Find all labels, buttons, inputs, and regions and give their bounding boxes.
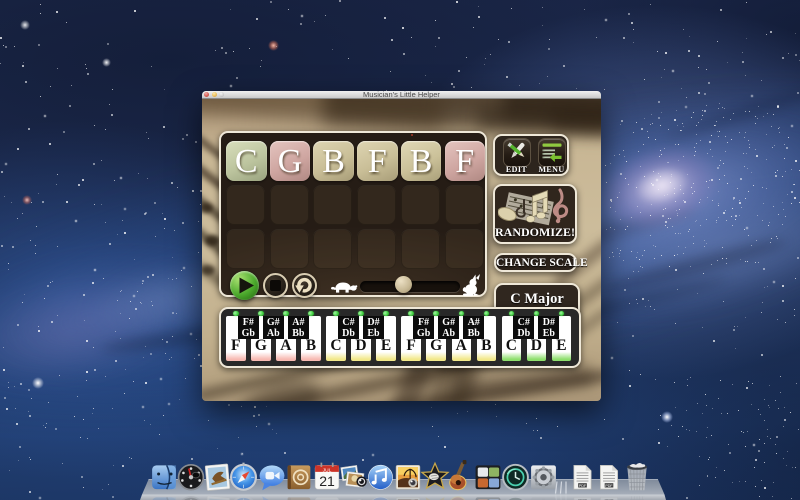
svg-text:PDF: PDF <box>605 484 613 488</box>
svg-text:21: 21 <box>319 473 335 489</box>
svg-text:PDF: PDF <box>579 484 587 488</box>
